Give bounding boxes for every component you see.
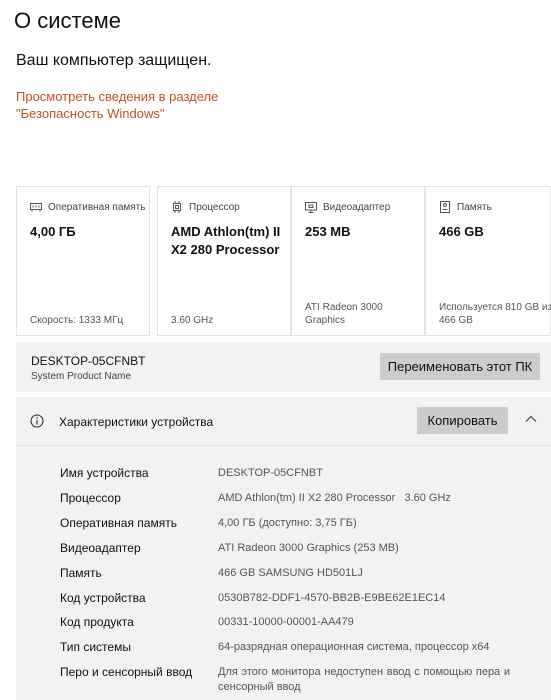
spec-value: 466 GB SAMSUNG HD501LJ bbox=[218, 567, 363, 579]
spec-label: Тип системы bbox=[60, 640, 131, 654]
card-video-title: Видеоадаптер bbox=[323, 201, 391, 213]
device-name-panel: DESKTOP-05CFNBT System Product Name Пере… bbox=[16, 342, 551, 392]
info-icon bbox=[30, 414, 44, 428]
device-specs-header[interactable]: Характеристики устройства Копировать bbox=[16, 397, 551, 445]
card-processor-title: Процессор bbox=[189, 201, 240, 213]
spec-row-product-id: Код продукта 00331-10000-00001-AA479 bbox=[60, 615, 540, 635]
security-link-line2[interactable]: "Безопасность Windows" bbox=[16, 105, 218, 122]
storage-icon bbox=[439, 201, 451, 213]
spec-row-storage: Память 466 GB SAMSUNG HD501LJ bbox=[60, 566, 540, 586]
card-processor-footer: 3.60 GHz bbox=[171, 315, 214, 326]
spec-label: Память bbox=[60, 566, 102, 580]
spec-label: Код продукта bbox=[60, 615, 134, 629]
device-specs-panel: Характеристики устройства Копировать Имя… bbox=[16, 397, 551, 700]
card-storage-footer: Используется 810 GB из 466 GB bbox=[439, 302, 551, 326]
card-ram-footer: Скорость: 1333 МГц bbox=[30, 315, 124, 326]
spec-label: Имя устройства bbox=[60, 466, 149, 480]
spec-row-system-type: Тип системы 64-разрядная операционная си… bbox=[60, 640, 540, 660]
card-video: Видеоадаптер 253 MB ATI Radeon 3000 Grap… bbox=[291, 186, 425, 336]
copy-button[interactable]: Копировать bbox=[417, 407, 508, 434]
spec-row-processor: Процессор AMD Athlon(tm) II X2 280 Proce… bbox=[60, 491, 540, 511]
rename-pc-button[interactable]: Переименовать этот ПК bbox=[380, 353, 540, 380]
windows-security-link[interactable]: Просмотреть сведения в разделе "Безопасн… bbox=[16, 88, 218, 122]
card-ram-title: Оперативная память bbox=[48, 201, 146, 213]
spec-label: Видеоадаптер bbox=[60, 541, 141, 555]
spec-row-ram: Оперативная память 4,00 ГБ (доступно: 3,… bbox=[60, 516, 540, 536]
card-video-footer: ATI Radeon 3000 Graphics bbox=[305, 302, 383, 326]
card-video-value: 253 MB bbox=[305, 224, 351, 239]
spec-value: Для этого монитора недоступен ввод с пом… bbox=[218, 666, 510, 693]
card-processor: Процессор AMD Athlon(tm) II X2 280 Proce… bbox=[157, 186, 291, 336]
security-link-line1[interactable]: Просмотреть сведения в разделе bbox=[16, 88, 218, 105]
card-ram: Оперативная память 4,00 ГБ Скорость: 133… bbox=[16, 186, 150, 336]
hardware-cards: Оперативная память 4,00 ГБ Скорость: 133… bbox=[16, 186, 551, 336]
spec-value: 64-разрядная операционная система, проце… bbox=[218, 641, 490, 653]
spec-value: AMD Athlon(tm) II X2 280 Processor 3.60 … bbox=[218, 492, 451, 504]
spec-label: Процессор bbox=[60, 491, 121, 505]
divider bbox=[16, 445, 551, 446]
spec-row-pen-touch: Перо и сенсорный ввод Для этого монитора… bbox=[60, 665, 540, 697]
card-storage: Память 466 GB Используется 810 GB из 466… bbox=[425, 186, 551, 336]
page-title: О системе bbox=[14, 8, 121, 33]
processor-icon bbox=[171, 201, 183, 213]
spec-value: DESKTOP-05CFNBT bbox=[218, 467, 323, 479]
spec-label: Оперативная память bbox=[60, 516, 177, 530]
pc-name: DESKTOP-05CFNBT bbox=[31, 354, 146, 368]
spec-value: 0530B782-DDF1-4570-BB2B-E9BE62E1EC14 bbox=[218, 592, 446, 604]
video-adapter-icon bbox=[305, 201, 317, 213]
product-name: System Product Name bbox=[31, 371, 132, 382]
protection-status: Ваш компьютер защищен. bbox=[16, 52, 212, 69]
spec-value: ATI Radeon 3000 Graphics (253 MB) bbox=[218, 542, 399, 554]
spec-value: 4,00 ГБ (доступно: 3,75 ГБ) bbox=[218, 517, 357, 529]
chevron-up-icon[interactable] bbox=[524, 412, 538, 426]
spec-row-device-name: Имя устройства DESKTOP-05CFNBT bbox=[60, 466, 540, 486]
spec-label: Код устройства bbox=[60, 591, 146, 605]
card-processor-value: AMD Athlon(tm) II X2 280 Processor bbox=[171, 224, 281, 257]
spec-label: Перо и сенсорный ввод bbox=[60, 665, 193, 679]
spec-row-video: Видеоадаптер ATI Radeon 3000 Graphics (2… bbox=[60, 541, 540, 561]
spec-value: 00331-10000-00001-AA479 bbox=[218, 616, 354, 628]
card-storage-title: Память bbox=[457, 201, 492, 213]
spec-row-device-id: Код устройства 0530B782-DDF1-4570-BB2B-E… bbox=[60, 591, 540, 611]
ram-icon bbox=[30, 201, 42, 213]
card-storage-value: 466 GB bbox=[439, 224, 484, 239]
device-specs-title: Характеристики устройства bbox=[59, 415, 214, 429]
card-ram-value: 4,00 ГБ bbox=[30, 224, 76, 239]
